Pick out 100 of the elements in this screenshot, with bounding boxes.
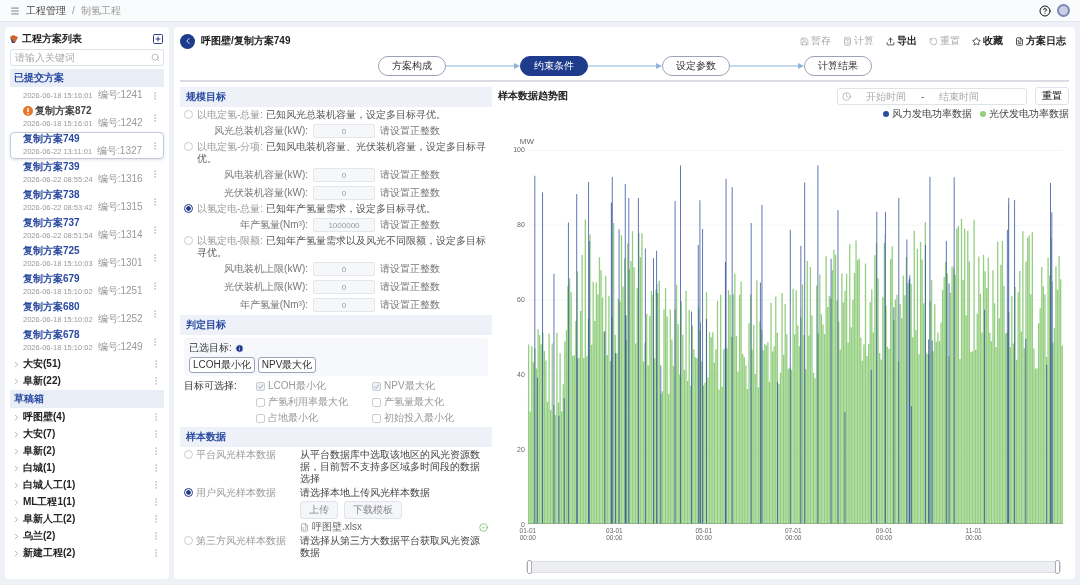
field-label: 风光总装机容量(kW): [213,124,308,138]
folder-row[interactable]: 阜新(22) [10,373,164,389]
checkbox[interactable] [372,381,381,391]
folder-row[interactable]: 阜新(2) [10,443,164,459]
plus-icon [152,33,164,45]
search-icon[interactable] [151,53,160,62]
chart-title: 样本数据趋势图 [498,89,569,103]
step-tab[interactable]: 设定参数 [661,56,730,76]
help-icon[interactable] [1039,4,1051,17]
option-description: 请选择本地上传风光样本数据 [300,487,431,499]
section-label: 草稿箱 [10,390,164,408]
field-label: 光伏装机容量(kW): [223,186,308,200]
step-tab[interactable]: 约束条件 [519,56,588,76]
date-range-picker[interactable]: 开始时间 - 结束时间 [837,87,1027,105]
toolbar-action[interactable]: 导出 [883,34,920,48]
field-hint: 请设置正整数 [380,262,440,276]
scheme-name: 复制方案679 [23,273,80,285]
back-button[interactable] [180,33,195,49]
step-tab[interactable]: 计算结果 [803,56,872,76]
field-label: 风电装机容量(kW): [223,168,308,182]
range-separator: - [921,90,925,102]
target-tag: LCOH最小化 [189,357,255,373]
folder-row[interactable]: 白城人工(1) [10,477,164,493]
option-label: 第三方风光样本数据 [196,535,286,547]
slider-handle[interactable] [1055,560,1060,574]
section-label: 已提交方案 [10,69,164,87]
option-description: 请选择从第三方大数据平台获取风光资源数据 [300,535,481,559]
zoom-slider[interactable] [527,562,1060,572]
folder-row[interactable]: 大安(51) [10,356,164,372]
section-header: 判定目标 [180,315,492,335]
folder-label: 新建工程(2) [23,547,77,559]
option-text: 以氢定电-总量: 已知年产氢量需求，设定多目标寻优。 [197,203,436,215]
field-label: 年产氢量(Nm³): [238,298,308,312]
folder-row[interactable]: 乌兰(2) [10,528,164,544]
file-name[interactable]: 呼图壁.xlsx [312,521,362,533]
scheme-name: 复制方案737 [23,217,80,229]
scheme-name: 复制方案749 [23,133,80,145]
upload-button[interactable]: 下载模板 [344,501,402,519]
folder-label: 阜新人工(2) [23,513,77,525]
info-icon[interactable] [234,343,244,353]
legend-item[interactable]: 风力发电功率数据 [883,107,972,121]
end-date-input[interactable]: 结束时间 [927,89,992,103]
search-field[interactable]: 请输入关键词 [10,49,164,66]
field-label: 年产氢量(Nm³): [238,218,308,232]
choices-label: 目标可选择: [184,379,238,393]
breadcrumb-item[interactable]: 工程管理 [26,3,66,18]
add-button[interactable] [152,33,164,45]
checkbox[interactable] [256,381,265,391]
folder-row[interactable]: 阜新人工(2) [10,511,164,527]
folder-label: 大安(7) [23,428,57,440]
scheme-code: 编号:1315 [97,201,143,213]
field-hint: 请设置正整数 [380,298,440,312]
section-header: 规模目标 [180,87,492,107]
toolbar-action[interactable]: 方案日志 [1012,34,1069,48]
checkbox[interactable] [372,397,381,407]
toolbar-action[interactable]: 收藏 [969,34,1006,48]
field-label: 风电装机上限(kW): [223,262,308,276]
legend-item[interactable]: 光伏发电功率数据 [980,107,1069,121]
step-tab[interactable]: 方案构成 [377,56,446,76]
folder-row[interactable]: ML工程1(1) [10,494,164,510]
scheme-name: 复制方案738 [23,189,80,201]
breadcrumb-separator: / [72,5,75,16]
folder-label: 乌兰(2) [23,530,57,542]
start-date-input[interactable]: 开始时间 [854,89,918,103]
field-hint: 请设置正整数 [380,168,440,182]
clock-icon [842,91,851,101]
folder-row[interactable]: 呼图壁(4) [10,409,164,425]
field-label: 光伏装机上限(kW): [223,280,308,294]
radio-button[interactable] [184,204,193,213]
folder-row[interactable]: 白城(1) [10,460,164,476]
slider-handle[interactable] [527,560,532,574]
radio-button[interactable] [184,488,193,497]
avatar-icon[interactable] [1057,4,1070,17]
field-hint: 请设置正整数 [380,218,440,232]
scheme-name: 复制方案678 [23,329,80,341]
upload-icon [886,36,895,46]
option-text: 以氢定电-限额: 已知年产氢量需求以及风光不同限额，设定多目标寻优。 [197,235,487,259]
scheme-code: 编号:1252 [97,313,143,325]
folder-label: 白城人工(1) [23,479,77,491]
scheme-code: 编号:1301 [97,257,143,269]
checkbox[interactable] [372,413,381,423]
upload-button[interactable]: 上传 [300,501,338,519]
menu-icon[interactable] [10,5,20,16]
option-label: 用户风光样本数据 [196,487,276,499]
scheme-code: 编号:1251 [97,285,143,297]
scheme-name: 复制方案680 [23,301,80,313]
folder-row[interactable]: 大安(7) [10,426,164,442]
option-description: 从平台数据库中选取该地区的风光资源数据，目前暂不支持多区域多时间段的数据选择 [300,449,481,485]
folder-row[interactable]: 新建工程(2) [10,545,164,561]
selected-label: 已选目标: [189,341,232,355]
scheme-code: 编号:1249 [97,341,143,353]
scheme-name: 复制方案872 [35,105,92,117]
checkbox[interactable] [256,413,265,423]
reset-button[interactable]: 重置 [1035,87,1069,105]
checkbox[interactable] [256,397,265,407]
calculator-icon [843,36,852,46]
scheme-code: 编号:1242 [97,117,143,129]
option-text: 以电定氢-总量: 已知风光总装机容量，设定多目标寻优。 [197,109,446,121]
section-header: 样本数据 [180,427,492,447]
folder-label: 阜新(2) [23,445,57,457]
